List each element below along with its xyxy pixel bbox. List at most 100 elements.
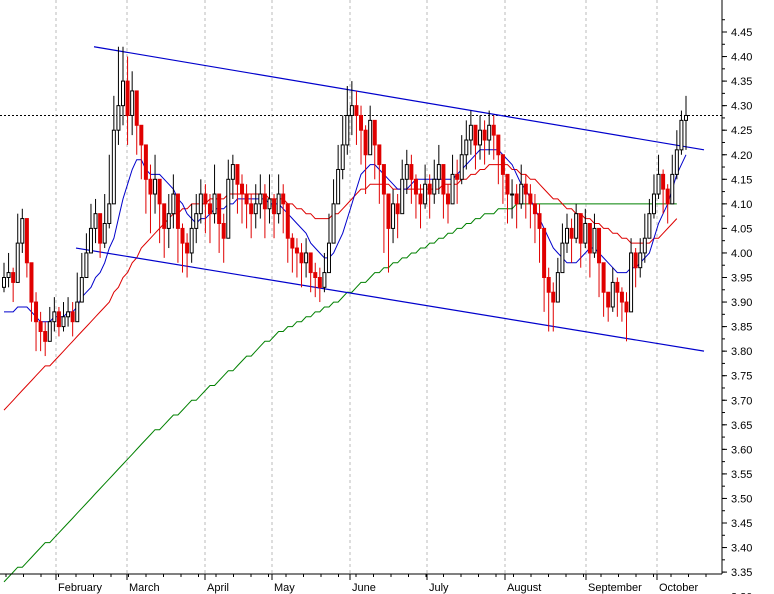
candle-body <box>221 222 226 239</box>
candle-body <box>66 311 71 318</box>
candle-body <box>441 164 446 195</box>
candle-body <box>468 124 473 141</box>
candle-body <box>235 164 240 185</box>
candle-body <box>363 129 368 156</box>
candle-body <box>514 193 519 205</box>
candle-body <box>47 321 52 342</box>
candle-body <box>610 281 615 308</box>
candle-body <box>276 193 281 215</box>
candle-body <box>107 203 112 224</box>
candle-body <box>555 272 560 303</box>
candle-body <box>171 193 176 215</box>
candle-body <box>15 242 20 283</box>
candle-body <box>29 262 34 303</box>
candle-body <box>134 90 139 126</box>
candle-body <box>482 129 487 141</box>
candle-body <box>102 222 107 244</box>
plot-background <box>0 0 774 594</box>
candle-body <box>487 124 492 141</box>
x-tick-label: April <box>207 582 229 594</box>
candle-body <box>230 164 235 180</box>
candle-body <box>569 227 574 239</box>
candle-body <box>121 80 126 107</box>
candle-body <box>409 164 414 180</box>
candle-body <box>93 213 98 229</box>
candle-body <box>445 193 450 205</box>
candle-body <box>464 139 469 156</box>
candle-body <box>519 183 524 205</box>
candle-body <box>587 222 592 254</box>
x-tick-label: October <box>659 582 698 594</box>
y-tick-label: 3.95 <box>731 273 752 285</box>
candle-body <box>84 252 89 278</box>
candle-body <box>38 321 43 333</box>
x-tick-label: June <box>352 582 376 594</box>
candle-body <box>427 183 432 195</box>
candle-body <box>578 213 583 244</box>
candle-body <box>185 242 190 254</box>
candle-body <box>436 164 441 180</box>
candle-body <box>674 149 679 175</box>
candle-body <box>647 213 652 239</box>
candle-body <box>606 291 611 308</box>
y-tick-label: 3.40 <box>731 543 752 555</box>
candle-body <box>450 173 455 205</box>
candle-body <box>496 134 501 156</box>
y-tick-label: 3.45 <box>731 518 752 530</box>
x-tick-label: September <box>588 582 642 594</box>
candle-body <box>299 252 304 264</box>
y-tick-label: 3.50 <box>731 493 752 505</box>
candle-body <box>290 237 295 249</box>
candle-body <box>354 105 359 116</box>
candle-body <box>423 183 428 205</box>
candle-body <box>304 252 309 264</box>
candle-body <box>175 193 180 229</box>
candle-body <box>189 227 194 254</box>
candle-body <box>308 252 313 274</box>
y-tick-label: 3.85 <box>731 322 752 334</box>
candle-body <box>395 203 400 215</box>
candle-body <box>455 173 460 180</box>
candle-body <box>24 218 29 264</box>
candle-body <box>43 331 48 342</box>
candle-body <box>597 227 602 264</box>
candle-body <box>372 119 377 146</box>
candle-body <box>624 301 629 313</box>
candle-body <box>226 178 231 239</box>
candle-body <box>130 90 135 116</box>
y-tick-label: 4.00 <box>731 248 752 260</box>
candle-body <box>592 227 597 254</box>
candle-body <box>34 301 39 323</box>
candle-body <box>381 164 386 195</box>
y-tick-label: 4.05 <box>731 223 752 235</box>
x-tick-label: May <box>274 582 295 594</box>
candle-body <box>194 213 199 229</box>
candle-body <box>340 144 345 170</box>
candle-body <box>294 247 299 254</box>
y-tick-label: 4.45 <box>731 27 752 39</box>
candle-body <box>116 105 121 131</box>
candle-body <box>619 291 624 303</box>
candle-body <box>391 203 396 229</box>
candle-body <box>249 203 254 215</box>
y-tick-label: 4.15 <box>731 174 752 186</box>
candle-body <box>157 178 162 205</box>
candle-body <box>500 154 505 175</box>
candle-body <box>79 277 84 303</box>
x-tick-label: July <box>429 582 449 594</box>
candle-body <box>537 213 542 229</box>
candle-body <box>326 242 331 274</box>
candle-body <box>478 129 483 146</box>
y-tick-label: 4.25 <box>731 125 752 137</box>
candle-body <box>542 227 547 278</box>
candle-body <box>207 203 212 215</box>
y-tick-label: 4.40 <box>731 52 752 64</box>
candle-body <box>20 218 25 244</box>
candle-body <box>638 252 643 269</box>
candle-body <box>583 222 588 244</box>
candle-body <box>244 193 249 205</box>
candle-body <box>473 124 478 146</box>
candle-body <box>400 178 405 215</box>
candle-body <box>139 124 144 146</box>
candle-body <box>2 277 6 288</box>
